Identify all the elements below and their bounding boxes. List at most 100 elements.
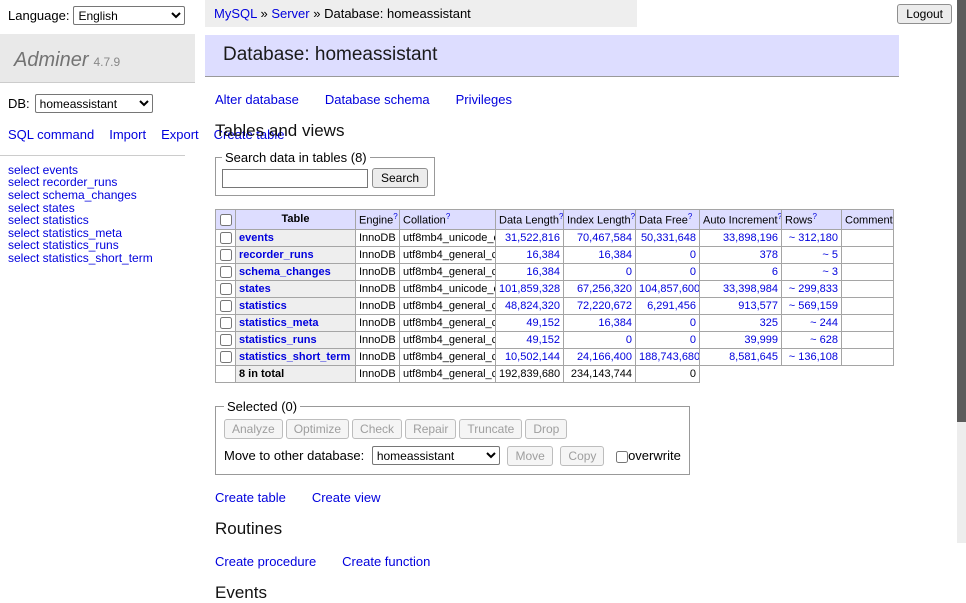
index-length-link[interactable]: 70,467,584 (577, 232, 632, 244)
data-length-link[interactable]: 16,384 (526, 266, 560, 278)
table-row: statistics_metaInnoDButf8mb4_general_ci4… (216, 314, 894, 331)
data-length-link[interactable]: 49,152 (526, 317, 560, 329)
sidebar-select-link[interactable]: select statistics (8, 214, 195, 227)
index-length-link[interactable]: 72,220,672 (577, 300, 632, 312)
index-length-link[interactable]: 0 (626, 266, 632, 278)
routine-link[interactable]: Create procedure (215, 554, 316, 569)
row-checkbox[interactable] (220, 249, 232, 261)
bulk-drop-button[interactable]: Drop (525, 419, 567, 439)
rows-link[interactable]: ~ 5 (822, 249, 838, 261)
rows-link[interactable]: ~ 299,833 (789, 283, 838, 295)
row-checkbox[interactable] (220, 232, 232, 244)
search-button[interactable]: Search (372, 168, 428, 188)
db-select[interactable]: homeassistant (35, 94, 153, 113)
data-length-link[interactable]: 16,384 (526, 249, 560, 261)
data-length-link[interactable]: 49,152 (526, 334, 560, 346)
help-link[interactable]: ? (813, 212, 817, 221)
data-free-link[interactable]: 6,291,456 (647, 300, 696, 312)
table-name-link[interactable]: statistics_meta (239, 317, 319, 329)
table-name-link[interactable]: statistics_short_term (239, 351, 350, 363)
sidebar-select-link[interactable]: select statistics_short_term (8, 252, 195, 265)
search-input[interactable] (222, 169, 368, 188)
language-select[interactable]: English (73, 6, 185, 25)
help-link[interactable]: ? (631, 212, 635, 221)
bulk-repair-button[interactable]: Repair (405, 419, 456, 439)
row-checkbox[interactable] (220, 334, 232, 346)
auto-increment-link[interactable]: 378 (760, 249, 778, 261)
row-checkbox[interactable] (220, 266, 232, 278)
table-name-link[interactable]: schema_changes (239, 266, 331, 278)
rows-link[interactable]: ~ 312,180 (789, 232, 838, 244)
help-link[interactable]: ? (393, 212, 397, 221)
index-length-link[interactable]: 67,256,320 (577, 283, 632, 295)
routine-link[interactable]: Create function (342, 554, 430, 569)
rows-link[interactable]: ~ 136,108 (789, 351, 838, 363)
breadcrumb-link[interactable]: MySQL (214, 6, 257, 21)
data-length-link[interactable]: 101,859,328 (499, 283, 560, 295)
overwrite-checkbox[interactable] (616, 451, 628, 463)
data-length-link[interactable]: 48,824,320 (505, 300, 560, 312)
scrollbar-thumb[interactable] (957, 0, 966, 422)
auto-increment-link[interactable]: 6 (772, 266, 778, 278)
create-link[interactable]: Create table (215, 490, 286, 505)
rows-link[interactable]: ~ 628 (810, 334, 838, 346)
breadcrumb-link[interactable]: Server (271, 6, 309, 21)
help-link[interactable]: ? (446, 212, 450, 221)
row-checkbox[interactable] (220, 283, 232, 295)
bulk-optimize-button[interactable]: Optimize (286, 419, 349, 439)
help-link[interactable]: ? (559, 212, 563, 221)
move-db-select[interactable]: homeassistant (372, 446, 500, 465)
create-link[interactable]: Create view (312, 490, 381, 505)
rows-link[interactable]: ~ 244 (810, 317, 838, 329)
index-length-link[interactable]: 16,384 (598, 249, 632, 261)
sidebar-select-link[interactable]: select schema_changes (8, 189, 195, 202)
auto-increment-link[interactable]: 913,577 (738, 300, 778, 312)
table-name-link[interactable]: states (239, 283, 271, 295)
auto-increment-link[interactable]: 39,999 (744, 334, 778, 346)
data-free-link[interactable]: 104,857,600 (639, 283, 700, 295)
collation-cell: utf8mb4_general_ci (400, 263, 496, 280)
sidebar-link[interactable]: SQL command (8, 127, 94, 142)
row-checkbox[interactable] (220, 351, 232, 363)
scrollbar[interactable] (957, 0, 966, 543)
auto-increment-link[interactable]: 325 (760, 317, 778, 329)
index-length-link[interactable]: 16,384 (598, 317, 632, 329)
data-length-link[interactable]: 10,502,144 (505, 351, 560, 363)
data-free-link[interactable]: 188,743,680 (639, 351, 700, 363)
data-free-link[interactable]: 0 (690, 317, 696, 329)
data-free-link[interactable]: 0 (690, 249, 696, 261)
sidebar-link[interactable]: Import (109, 127, 146, 142)
table-name-link[interactable]: statistics_runs (239, 334, 317, 346)
bulk-analyze-button[interactable]: Analyze (224, 419, 283, 439)
help-link[interactable]: ? (893, 212, 894, 221)
sidebar-link[interactable]: Export (161, 127, 199, 142)
action-link[interactable]: Alter database (215, 92, 299, 107)
row-checkbox[interactable] (220, 300, 232, 312)
rows-link[interactable]: ~ 569,159 (789, 300, 838, 312)
help-link[interactable]: ? (778, 212, 782, 221)
copy-button[interactable]: Copy (560, 446, 604, 466)
auto-increment-link[interactable]: 33,398,984 (723, 283, 778, 295)
action-link[interactable]: Privileges (456, 92, 512, 107)
table-name-link[interactable]: events (239, 232, 274, 244)
auto-increment-link[interactable]: 8,581,645 (729, 351, 778, 363)
data-free-link[interactable]: 0 (690, 334, 696, 346)
auto-increment-link[interactable]: 33,898,196 (723, 232, 778, 244)
data-length-link[interactable]: 31,522,816 (505, 232, 560, 244)
data-free-link[interactable]: 50,331,648 (641, 232, 696, 244)
select-all-checkbox[interactable] (220, 214, 232, 226)
logout-button[interactable]: Logout (897, 4, 952, 24)
rows-link[interactable]: ~ 3 (822, 266, 838, 278)
index-length-link[interactable]: 0 (626, 334, 632, 346)
action-link[interactable]: Database schema (325, 92, 430, 107)
collation-cell: utf8mb4_unicode_ci (400, 280, 496, 297)
table-name-link[interactable]: recorder_runs (239, 249, 314, 261)
bulk-truncate-button[interactable]: Truncate (459, 419, 522, 439)
bulk-check-button[interactable]: Check (352, 419, 402, 439)
data-free-link[interactable]: 0 (690, 266, 696, 278)
move-button[interactable]: Move (507, 446, 552, 466)
help-link[interactable]: ? (688, 212, 692, 221)
row-checkbox[interactable] (220, 317, 232, 329)
table-name-link[interactable]: statistics (239, 300, 287, 312)
index-length-link[interactable]: 24,166,400 (577, 351, 632, 363)
